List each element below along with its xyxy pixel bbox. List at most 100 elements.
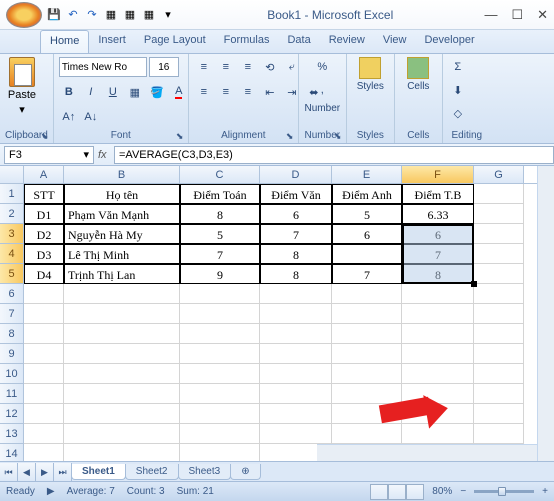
cell[interactable]: 7 bbox=[332, 264, 402, 284]
cell[interactable]: 5 bbox=[332, 204, 402, 224]
cell[interactable] bbox=[260, 344, 332, 364]
cell[interactable] bbox=[180, 284, 260, 304]
zoom-slider[interactable] bbox=[474, 490, 534, 493]
sheet-nav-last[interactable]: ⏭ bbox=[54, 463, 72, 481]
cell[interactable] bbox=[260, 384, 332, 404]
cell[interactable] bbox=[474, 384, 524, 404]
cell[interactable] bbox=[64, 344, 180, 364]
row-header[interactable]: 3 bbox=[0, 224, 24, 244]
redo-icon[interactable]: ↷ bbox=[84, 7, 100, 23]
row-header[interactable]: 4 bbox=[0, 244, 24, 264]
cell[interactable] bbox=[64, 384, 180, 404]
view-break-button[interactable] bbox=[406, 484, 424, 500]
cell[interactable] bbox=[474, 244, 524, 264]
fill-button[interactable]: ⬇ bbox=[448, 80, 468, 100]
col-header-c[interactable]: C bbox=[180, 166, 260, 183]
align-bottom-button[interactable]: ≡ bbox=[238, 57, 258, 77]
cell[interactable] bbox=[474, 304, 524, 324]
tab-data[interactable]: Data bbox=[278, 30, 319, 53]
zoom-out-button[interactable]: − bbox=[460, 486, 466, 497]
cell[interactable] bbox=[180, 424, 260, 444]
row-header[interactable]: 7 bbox=[0, 304, 24, 324]
cell[interactable] bbox=[180, 304, 260, 324]
maximize-icon[interactable]: ☐ bbox=[511, 7, 523, 23]
cell[interactable] bbox=[332, 364, 402, 384]
name-box[interactable]: F3 ▾ bbox=[4, 146, 94, 164]
tab-page-layout[interactable]: Page Layout bbox=[135, 30, 215, 53]
col-header-f[interactable]: F bbox=[402, 166, 474, 183]
cell[interactable] bbox=[260, 324, 332, 344]
cell[interactable] bbox=[332, 304, 402, 324]
alignment-launcher-icon[interactable]: ⬊ bbox=[286, 131, 296, 141]
cell[interactable] bbox=[24, 404, 64, 424]
cell[interactable] bbox=[24, 424, 64, 444]
font-name-input[interactable] bbox=[59, 57, 147, 77]
col-header-g[interactable]: G bbox=[474, 166, 524, 183]
cell[interactable] bbox=[402, 344, 474, 364]
row-header[interactable]: 2 bbox=[0, 204, 24, 224]
cell[interactable]: D1 bbox=[24, 204, 64, 224]
cell[interactable]: 8 bbox=[260, 264, 332, 284]
cell[interactable] bbox=[180, 364, 260, 384]
align-top-button[interactable]: ≡ bbox=[194, 57, 214, 77]
cell[interactable] bbox=[180, 344, 260, 364]
row-header[interactable]: 5 bbox=[0, 264, 24, 284]
name-box-dropdown-icon[interactable]: ▾ bbox=[83, 148, 89, 161]
sheet-tab-3[interactable]: Sheet3 bbox=[178, 464, 232, 480]
cell[interactable]: D3 bbox=[24, 244, 64, 264]
col-header-a[interactable]: A bbox=[24, 166, 64, 183]
styles-button[interactable]: Styles bbox=[352, 57, 389, 129]
tab-home[interactable]: Home bbox=[40, 30, 89, 53]
view-normal-button[interactable] bbox=[370, 484, 388, 500]
cell[interactable] bbox=[64, 364, 180, 384]
orientation-button[interactable]: ⟲ bbox=[260, 57, 280, 77]
cell[interactable]: Nguyễn Hà My bbox=[64, 224, 180, 244]
comma-button[interactable]: , bbox=[312, 80, 332, 100]
undo-icon[interactable]: ↶ bbox=[65, 7, 81, 23]
cell[interactable] bbox=[24, 304, 64, 324]
cell[interactable]: D2 bbox=[24, 224, 64, 244]
sheet-nav-next[interactable]: ▶ bbox=[36, 463, 54, 481]
tab-formulas[interactable]: Formulas bbox=[215, 30, 279, 53]
border-button[interactable]: ▦ bbox=[125, 82, 145, 102]
cell[interactable] bbox=[24, 384, 64, 404]
cell[interactable] bbox=[260, 304, 332, 324]
tab-developer[interactable]: Developer bbox=[415, 30, 483, 53]
cell[interactable] bbox=[24, 324, 64, 344]
cell[interactable]: Điểm Văn bbox=[260, 184, 332, 204]
cell[interactable] bbox=[474, 324, 524, 344]
decrease-indent-button[interactable]: ⇤ bbox=[260, 82, 280, 102]
clipboard-launcher-icon[interactable]: ⬊ bbox=[41, 131, 51, 141]
office-button[interactable] bbox=[6, 2, 42, 28]
cell[interactable]: 7 bbox=[180, 244, 260, 264]
cell[interactable] bbox=[474, 204, 524, 224]
select-all-corner[interactable] bbox=[0, 166, 24, 183]
cell[interactable] bbox=[332, 284, 402, 304]
row-header[interactable]: 8 bbox=[0, 324, 24, 344]
col-header-b[interactable]: B bbox=[64, 166, 180, 183]
font-size-input[interactable] bbox=[149, 57, 179, 77]
horizontal-scrollbar[interactable] bbox=[317, 444, 537, 461]
close-icon[interactable]: ✕ bbox=[537, 7, 548, 23]
align-center-button[interactable]: ≡ bbox=[216, 82, 236, 102]
cell[interactable]: 7 bbox=[260, 224, 332, 244]
autosum-button[interactable]: Σ bbox=[448, 57, 468, 77]
row-header[interactable]: 9 bbox=[0, 344, 24, 364]
cell[interactable]: 6 bbox=[402, 224, 474, 244]
cell[interactable] bbox=[64, 304, 180, 324]
cell[interactable]: Điểm T.B bbox=[402, 184, 474, 204]
tab-view[interactable]: View bbox=[374, 30, 416, 53]
cell[interactable]: 6 bbox=[332, 224, 402, 244]
cell[interactable]: Họ tên bbox=[64, 184, 180, 204]
formula-bar-input[interactable] bbox=[114, 146, 554, 164]
number-launcher-icon[interactable]: ⬊ bbox=[334, 131, 344, 141]
cell[interactable] bbox=[24, 344, 64, 364]
cell[interactable] bbox=[332, 384, 402, 404]
cell[interactable]: 6.33 bbox=[402, 204, 474, 224]
row-header[interactable]: 12 bbox=[0, 404, 24, 424]
sheet-nav-prev[interactable]: ◀ bbox=[18, 463, 36, 481]
fill-handle[interactable] bbox=[471, 281, 477, 287]
zoom-thumb[interactable] bbox=[498, 487, 506, 496]
cell[interactable] bbox=[474, 224, 524, 244]
cell[interactable]: 6 bbox=[260, 204, 332, 224]
